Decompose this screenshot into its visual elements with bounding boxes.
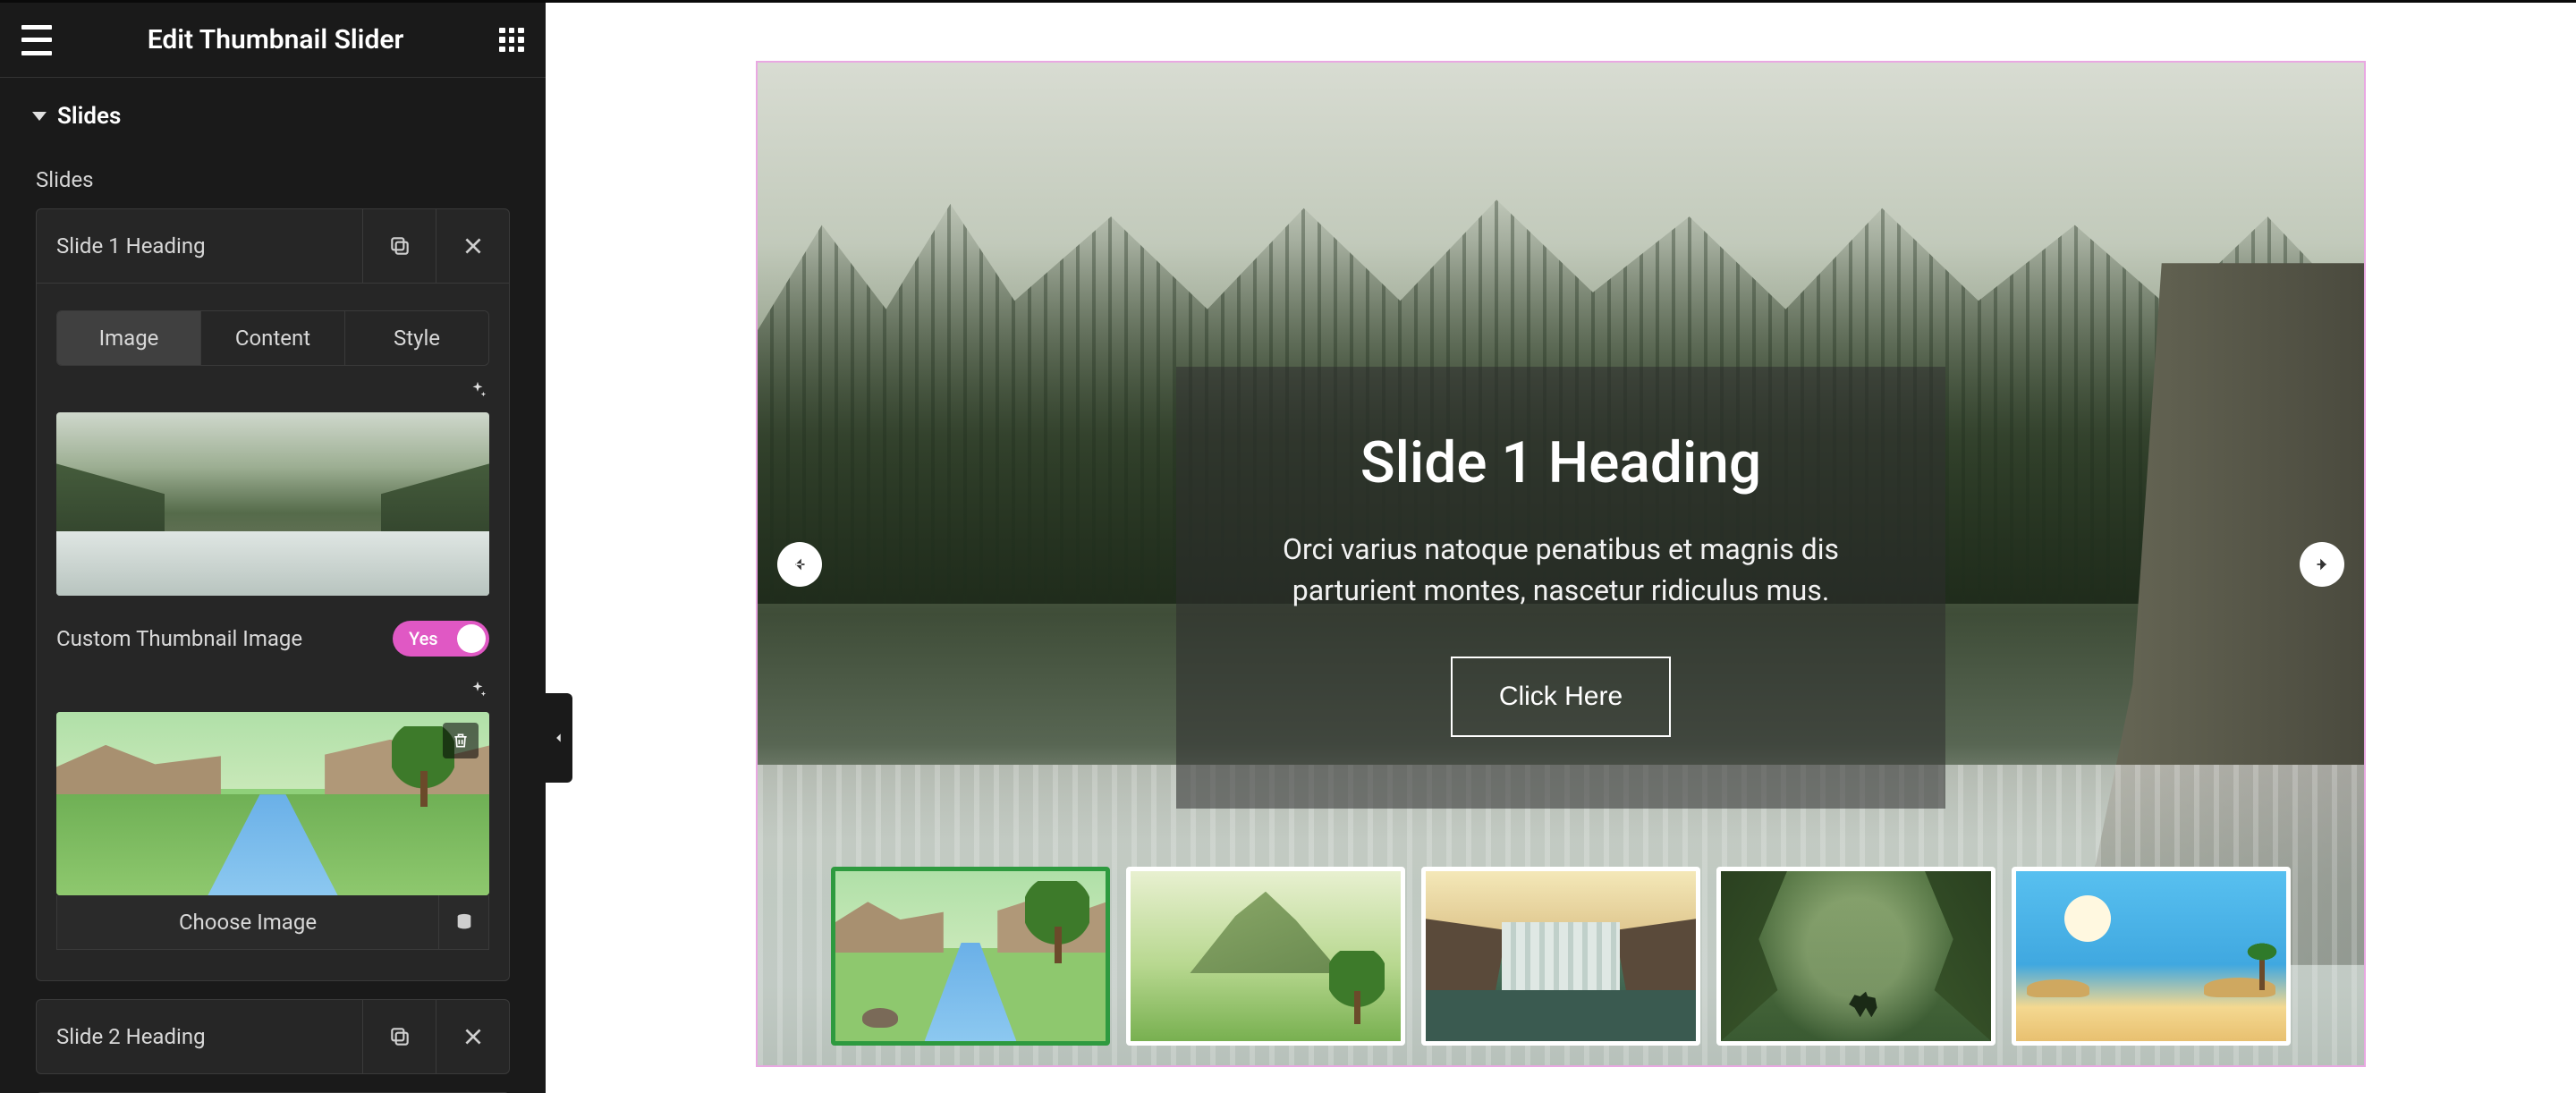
sidebar-body: Slides Slides Slide 1 Heading Im <box>0 78 546 1093</box>
thumbnail-slider-widget[interactable]: Slide 1 Heading Orci varius natoque pena… <box>756 61 2366 1067</box>
next-slide-button[interactable] <box>2300 542 2344 587</box>
prev-slide-button[interactable] <box>777 542 822 587</box>
duplicate-slide-button[interactable] <box>362 209 436 283</box>
remove-slide-button[interactable] <box>436 209 509 283</box>
thumbnail-strip <box>831 867 2291 1046</box>
slide-item-body: Image Content Style Cu <box>37 283 509 980</box>
sparkle-icon <box>468 380 487 400</box>
delete-thumbnail-button[interactable] <box>443 723 479 758</box>
slide-item-1: Slide 1 Heading Image Content Style <box>36 208 510 981</box>
remove-slide-button[interactable] <box>436 1000 509 1073</box>
slide-tabs: Image Content Style <box>56 310 489 366</box>
thumbnail-4[interactable] <box>1716 867 1996 1046</box>
section-label: Slides <box>57 103 121 130</box>
arrow-left-icon <box>790 555 809 574</box>
tab-content[interactable]: Content <box>200 311 344 365</box>
slide-item-2: Slide 2 Heading <box>36 999 510 1074</box>
custom-thumbnail-label: Custom Thumbnail Image <box>56 626 302 651</box>
slide-item-title: Slide 2 Heading <box>37 1024 362 1049</box>
thumbnail-5[interactable] <box>2012 867 2291 1046</box>
dynamic-tags-button[interactable] <box>468 380 487 403</box>
collapse-sidebar-button[interactable] <box>546 693 572 783</box>
duplicate-slide-button[interactable] <box>362 1000 436 1073</box>
sparkle-icon <box>468 680 487 699</box>
section-toggle-slides[interactable]: Slides <box>0 78 546 146</box>
copy-icon <box>388 1025 411 1048</box>
custom-thumbnail-row: Custom Thumbnail Image Yes <box>56 596 489 665</box>
editor-sidebar: Edit Thumbnail Slider Slides Slides Slid… <box>0 0 546 1093</box>
caret-down-icon <box>32 112 47 121</box>
choose-image-button[interactable]: Choose Image <box>56 895 439 950</box>
slide-description: Orci varius natoque penatibus et magnis … <box>1230 529 1892 612</box>
main-image-preview[interactable] <box>56 412 489 596</box>
hamburger-menu-icon[interactable] <box>21 25 52 55</box>
dynamic-tags-row <box>56 366 489 412</box>
arrow-right-icon <box>2312 555 2332 574</box>
slides-list: Slide 1 Heading Image Content Style <box>0 208 546 1093</box>
thumbnail-3[interactable] <box>1421 867 1700 1046</box>
slide-content-panel: Slide 1 Heading Orci varius natoque pena… <box>1176 367 1945 809</box>
chevron-left-icon <box>553 728 565 748</box>
thumbnail-1[interactable] <box>831 867 1110 1046</box>
copy-icon <box>388 234 411 258</box>
choose-image-row: Choose Image <box>56 895 489 950</box>
database-icon <box>454 912 474 932</box>
thumbnail-image-preview[interactable] <box>56 712 489 895</box>
slide-item-header[interactable]: Slide 1 Heading <box>37 209 509 283</box>
sidebar-header: Edit Thumbnail Slider <box>0 3 546 78</box>
slide-item-title: Slide 1 Heading <box>37 233 362 258</box>
apps-grid-icon[interactable] <box>499 28 524 53</box>
dynamic-tags-button[interactable] <box>468 680 487 703</box>
media-library-button[interactable] <box>439 895 489 950</box>
slides-list-label: Slides <box>0 146 546 208</box>
dynamic-tags-row-2 <box>56 665 489 712</box>
toggle-knob <box>457 624 486 653</box>
slide-item-header[interactable]: Slide 2 Heading <box>37 1000 509 1073</box>
editor-canvas: Slide 1 Heading Orci varius natoque pena… <box>546 0 2576 1093</box>
close-icon <box>462 234 485 258</box>
trash-icon <box>452 731 470 750</box>
tab-image[interactable]: Image <box>57 311 200 365</box>
slide-cta-button[interactable]: Click Here <box>1451 657 1671 737</box>
thumbnail-2[interactable] <box>1126 867 1405 1046</box>
custom-thumbnail-toggle[interactable]: Yes <box>393 621 489 657</box>
panel-title: Edit Thumbnail Slider <box>52 24 499 55</box>
slide-heading: Slide 1 Heading <box>1230 429 1892 496</box>
close-icon <box>462 1025 485 1048</box>
toggle-yes-label: Yes <box>409 628 438 649</box>
tab-style[interactable]: Style <box>344 311 488 365</box>
